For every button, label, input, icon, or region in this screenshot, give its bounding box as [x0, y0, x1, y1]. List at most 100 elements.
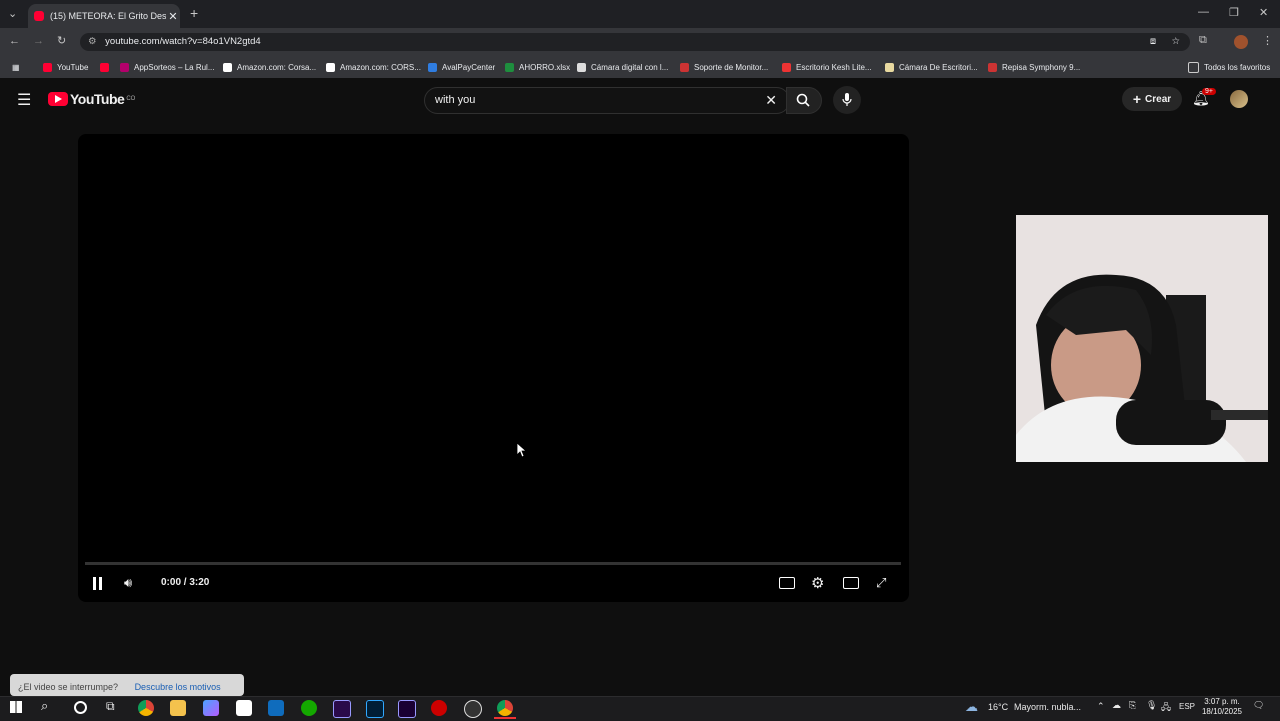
bookmarks-bar: ▦ YouTube AppSorteos – La Rul... Amazon.… [0, 56, 1280, 79]
copilot-icon[interactable] [203, 700, 219, 716]
tray-chevron-icon[interactable]: ⌃ [1097, 701, 1105, 712]
bookmark-item[interactable]: Soporte de Monitor... [680, 60, 768, 74]
task-view-icon[interactable]: ⧉ [106, 699, 115, 714]
bookmark-item[interactable] [100, 60, 114, 74]
network-icon[interactable]: 🖧︎ [1161, 700, 1171, 716]
mic-tray-icon[interactable]: 🎙︎ [1146, 700, 1157, 711]
back-icon[interactable]: ← [9, 35, 20, 47]
all-favorites-label: Todos los favoritos [1204, 62, 1271, 72]
bookmark-item[interactable]: Escritorio Kesh Lite... [782, 60, 872, 74]
close-tab-icon[interactable]: ✕ [166, 10, 180, 23]
search-icon [796, 93, 810, 107]
premiere-icon[interactable] [333, 700, 351, 718]
bookmark-label: AppSorteos – La Rul... [134, 62, 215, 72]
meet-now-icon[interactable]: ⎘ [1129, 700, 1136, 711]
account-avatar[interactable] [1230, 90, 1248, 108]
language-indicator[interactable]: ESP [1179, 702, 1195, 711]
settings-gear-icon[interactable]: ⚙ [811, 574, 824, 592]
extensions-icon[interactable]: ⧉ [1199, 34, 1207, 47]
windows-taskbar [0, 696, 1280, 721]
star-icon[interactable]: ☆ [1171, 33, 1180, 51]
streamer-webcam-image [1016, 215, 1268, 462]
notifications-button[interactable]: 🔔︎ 9+ [1192, 88, 1216, 110]
bookmark-item[interactable]: AvalPayCenter [428, 60, 495, 74]
profile-avatar[interactable] [1234, 35, 1248, 49]
bookmark-item[interactable]: Cámara digital con l... [577, 60, 668, 74]
chrome-active-icon[interactable] [497, 700, 513, 716]
cortana-icon[interactable] [74, 701, 87, 714]
bookmark-label: Escritorio Kesh Lite... [796, 62, 872, 72]
taskbar-search-icon[interactable]: ⌕ [41, 698, 48, 714]
bookmark-label: Cámara digital con l... [591, 62, 669, 72]
obs-icon[interactable] [464, 700, 482, 718]
weather-temp[interactable]: 16°C [988, 702, 1008, 712]
photoshop-icon[interactable] [366, 700, 384, 718]
new-tab-button[interactable]: + [190, 5, 198, 21]
notifications-center-icon[interactable]: 🗨︎ [1253, 700, 1264, 711]
outlook-icon[interactable] [268, 700, 284, 716]
search-button[interactable] [786, 87, 822, 114]
after-effects-icon[interactable] [398, 700, 416, 718]
reload-icon[interactable]: ↻ [57, 34, 66, 47]
url-text: youtube.com/watch?v=84o1VN2gtd4 [105, 36, 261, 47]
restore-icon[interactable]: ❐ [1229, 6, 1239, 19]
webcam-overlay [1016, 215, 1268, 462]
youtube-logo[interactable]: YouTube CO [48, 91, 135, 107]
bookmark-item[interactable]: AHORRO.xlsx [505, 60, 570, 74]
create-label: Crear [1145, 93, 1172, 105]
bookmark-item[interactable]: Repisa Symphony 9... [988, 60, 1080, 74]
video-player[interactable] [78, 134, 909, 602]
mouse-cursor-icon [517, 443, 527, 458]
hamburger-menu-icon[interactable]: ☰ [17, 90, 31, 110]
country-code: CO [126, 96, 136, 102]
tab-search-icon[interactable]: ⌄ [8, 7, 17, 20]
search-input[interactable]: with you ✕ [424, 87, 790, 114]
windows-start-icon[interactable] [10, 701, 22, 713]
upwork-icon[interactable] [301, 700, 317, 716]
bookmark-item[interactable]: Amazon.com: Corsa... [223, 60, 316, 74]
url-bar[interactable]: ⚙ youtube.com/watch?v=84o1VN2gtd4 ☆ ⧈ [80, 33, 1190, 51]
notice-link[interactable]: Descubre los motivos [135, 682, 221, 692]
weather-cloud-icon[interactable]: ☁ [965, 699, 978, 715]
tab-title: (15) METEORA: El Grito Desgarr [50, 11, 166, 21]
bookmark-item[interactable]: Cámara De Escritori... [885, 60, 978, 74]
weather-desc[interactable]: Mayorm. nubla... [1014, 702, 1081, 712]
bookmark-label: YouTube [57, 62, 89, 72]
voice-search-button[interactable] [833, 86, 861, 114]
clock[interactable]: 3:07 p. m. 18/10/2025 [1198, 697, 1246, 717]
store-icon[interactable] [236, 700, 252, 716]
time-display: 0:00 / 3:20 [161, 577, 210, 588]
onedrive-icon[interactable]: ☁ [1112, 700, 1121, 711]
bookmark-item[interactable]: YouTube [43, 60, 88, 74]
minimize-icon[interactable]: — [1198, 6, 1209, 18]
playback-issue-notice: ¿El video se interrumpe? Descubre los mo… [10, 674, 244, 696]
apps-grid-icon[interactable]: ▦ [12, 60, 20, 74]
clear-search-icon[interactable]: ✕ [765, 88, 777, 113]
forward-icon[interactable]: → [33, 35, 44, 47]
bookmark-label: Soporte de Monitor... [694, 62, 769, 72]
youtube-play-logo-icon [48, 92, 68, 106]
menu-kebab-icon[interactable]: ⋮ [1262, 34, 1273, 47]
notification-badge: 9+ [1202, 88, 1216, 95]
close-window-icon[interactable]: ✕ [1259, 6, 1268, 19]
volume-icon[interactable]: 🔊︎ [124, 575, 132, 591]
file-explorer-icon[interactable] [170, 700, 186, 716]
clock-time: 3:07 p. m. [1204, 697, 1240, 706]
fullscreen-icon[interactable]: ⤢ [876, 575, 886, 591]
notice-question: ¿El video se interrumpe? [18, 682, 119, 692]
davinci-icon[interactable] [431, 700, 447, 716]
theater-mode-icon[interactable] [843, 577, 859, 589]
site-info-icon[interactable]: ⚙ [88, 36, 97, 47]
video-progress-bar[interactable] [85, 562, 901, 565]
browser-tab-active[interactable]: (15) METEORA: El Grito Desgarr ✕ [28, 4, 180, 28]
subtitles-icon[interactable] [779, 577, 795, 589]
pause-icon[interactable] [93, 577, 103, 590]
create-button[interactable]: + Crear [1122, 87, 1182, 111]
install-icon[interactable]: ⧈ [1150, 33, 1156, 51]
bookmark-item[interactable]: AppSorteos – La Rul... [120, 60, 215, 74]
bookmark-item[interactable]: Amazon.com: CORS... [326, 60, 421, 74]
bookmark-label: Repisa Symphony 9... [1002, 62, 1081, 72]
chrome-icon[interactable] [138, 700, 154, 716]
all-favorites-button[interactable]: Todos los favoritos [1188, 60, 1270, 74]
microphone-icon [842, 93, 852, 106]
